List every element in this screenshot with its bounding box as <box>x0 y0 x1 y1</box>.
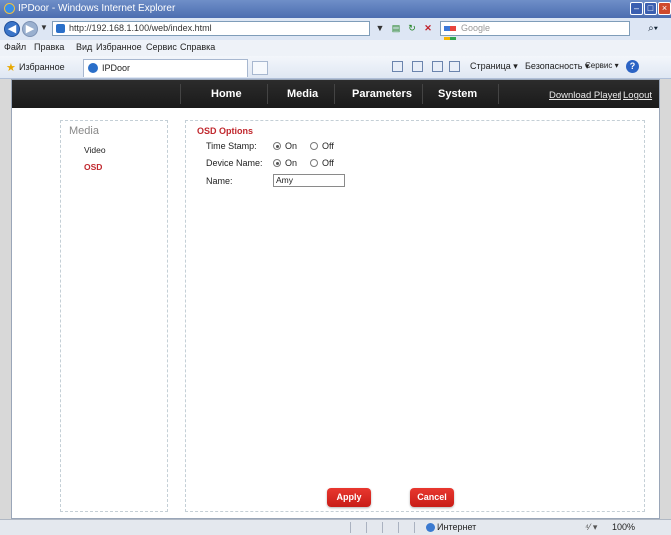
top-navigation: Home Media Parameters System Download Pl… <box>12 80 659 108</box>
device-name-off-label: Off <box>322 158 334 168</box>
cancel-button[interactable]: Cancel <box>410 488 454 507</box>
nav-home[interactable]: Home <box>211 88 242 100</box>
feeds-icon[interactable] <box>412 61 423 72</box>
menu-edit[interactable]: Правка <box>34 42 64 52</box>
nav-divider <box>498 84 499 104</box>
page-favicon-icon <box>56 24 65 33</box>
maximize-button[interactable]: □ <box>644 2 657 15</box>
address-dropdown-icon[interactable]: ▼ <box>374 22 386 34</box>
menu-bar: Файл Правка Вид Избранное Сервис Справка <box>0 40 671 56</box>
menu-file[interactable]: Файл <box>4 42 26 52</box>
time-stamp-off-radio[interactable] <box>310 142 318 150</box>
protected-mode-indicator[interactable]: ⁴⁄ ▾ <box>585 522 597 533</box>
name-input[interactable]: Amy <box>273 174 345 187</box>
address-input[interactable]: http://192.168.1.100/web/index.html <box>52 21 370 36</box>
refresh-icon[interactable]: ↻ <box>406 22 418 34</box>
google-logo-icon <box>444 23 458 42</box>
status-divider <box>366 522 367 533</box>
forward-button[interactable]: ▶ <box>22 21 38 37</box>
device-name-on-label: On <box>285 158 298 168</box>
download-player-link[interactable]: Download Player <box>549 90 621 101</box>
sidebar-item-video[interactable]: Video <box>84 145 106 155</box>
time-stamp-on-radio[interactable] <box>273 142 281 150</box>
tools-menu[interactable]: Сервис ▾ <box>585 61 619 70</box>
close-button[interactable]: × <box>658 2 671 15</box>
status-divider <box>414 522 415 533</box>
menu-help[interactable]: Справка <box>180 42 215 52</box>
address-bar-row: ◀ ▶ ▼ http://192.168.1.100/web/index.htm… <box>0 18 671 42</box>
name-label: Name: <box>206 176 233 186</box>
logout-link[interactable]: Logout <box>623 90 652 101</box>
time-stamp-on-label: On <box>285 141 298 151</box>
nav-system[interactable]: System <box>438 88 477 100</box>
status-bar: Интернет ⁴⁄ ▾ 100% <box>0 519 671 535</box>
nav-divider <box>422 84 423 104</box>
window-title: IPDoor - Windows Internet Explorer <box>18 3 176 14</box>
back-button[interactable]: ◀ <box>4 21 20 37</box>
print-icon[interactable] <box>449 61 460 72</box>
apply-button[interactable]: Apply <box>327 488 371 507</box>
menu-tools[interactable]: Сервис <box>146 42 177 52</box>
minimize-button[interactable]: – <box>630 2 643 15</box>
menu-favorites[interactable]: Избранное <box>96 42 142 52</box>
search-button[interactable]: ⌕▾ <box>640 22 666 36</box>
search-placeholder: Google <box>461 23 491 33</box>
time-stamp-off-label: Off <box>322 141 334 151</box>
safety-menu[interactable]: Безопасность ▾ <box>525 61 589 72</box>
nav-media[interactable]: Media <box>287 88 318 100</box>
zoom-level[interactable]: 100% <box>612 522 635 532</box>
nav-parameters[interactable]: Parameters <box>352 88 412 100</box>
home-icon[interactable] <box>392 61 403 72</box>
mail-icon[interactable] <box>432 61 443 72</box>
tab-favicon-icon <box>88 63 98 73</box>
title-bar: IPDoor - Windows Internet Explorer – □ × <box>0 0 671 18</box>
status-divider <box>398 522 399 533</box>
section-title: OSD Options <box>197 126 253 136</box>
page-menu[interactable]: Страница ▾ <box>470 61 518 72</box>
favorites-bar: ★ Избранное IPDoor Страница ▾ Безопаснос… <box>0 56 671 79</box>
address-url: http://192.168.1.100/web/index.html <box>69 23 212 33</box>
status-divider <box>350 522 351 533</box>
stop-icon[interactable]: ✕ <box>422 22 434 34</box>
tab-title: IPDoor <box>102 63 131 73</box>
nav-divider <box>334 84 335 104</box>
nav-divider <box>267 84 268 104</box>
sidebar-item-osd[interactable]: OSD <box>84 162 102 172</box>
browser-tab[interactable]: IPDoor <box>83 59 248 77</box>
ie-logo-icon <box>4 3 15 14</box>
media-sidebar: Media Video OSD <box>60 120 168 512</box>
device-name-label: Device Name: <box>206 158 263 168</box>
device-name-off-radio[interactable] <box>310 159 318 167</box>
history-dropdown-icon[interactable]: ▼ <box>40 23 48 32</box>
menu-view[interactable]: Вид <box>76 42 92 52</box>
favorites-star-icon[interactable]: ★ <box>6 61 16 74</box>
time-stamp-label: Time Stamp: <box>206 141 257 151</box>
search-input[interactable]: Google <box>440 21 630 42</box>
help-icon[interactable]: ? <box>626 60 639 73</box>
sidebar-heading: Media <box>69 125 99 137</box>
security-zone[interactable]: Интернет <box>437 522 476 532</box>
nav-divider <box>180 84 181 104</box>
status-divider <box>382 522 383 533</box>
page-viewport: Home Media Parameters System Download Pl… <box>11 79 660 519</box>
device-name-on-radio[interactable] <box>273 159 281 167</box>
compat-view-icon[interactable]: ▤ <box>390 22 402 34</box>
osd-options-panel: OSD Options Time Stamp: On Off Device Na… <box>185 120 645 512</box>
nav-link-separator: | <box>619 90 622 101</box>
internet-zone-icon <box>426 523 435 532</box>
favorites-button[interactable]: Избранное <box>19 62 65 72</box>
new-tab-button[interactable] <box>252 61 268 75</box>
